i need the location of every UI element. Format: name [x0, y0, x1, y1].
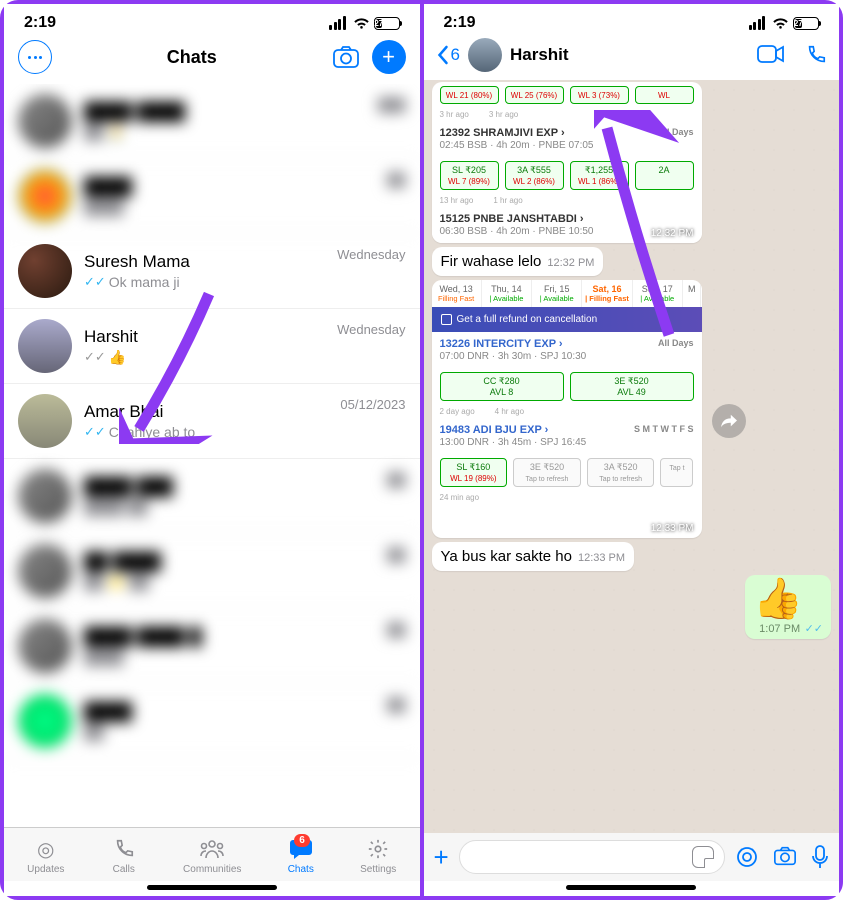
text-message-in[interactable]: Fir wahase lelo12:32 PM [432, 247, 604, 276]
attach-button[interactable]: + [434, 842, 449, 873]
chat-name: Amar Bhai [84, 402, 328, 422]
contact-name[interactable]: Harshit [510, 45, 749, 65]
refund-banner: Get a full refund on cancellation [432, 307, 702, 332]
camera-icon[interactable] [332, 45, 360, 69]
message-time: 1:07 PM [759, 623, 800, 635]
sticker-icon[interactable] [692, 846, 714, 868]
message-input[interactable] [459, 840, 725, 874]
tab-chats[interactable]: Chats6 [288, 836, 314, 875]
chat-preview: ✓✓👍 [84, 349, 325, 366]
back-count: 6 [451, 45, 460, 65]
emoji-message-out[interactable]: 👍 1:07 PM ✓✓ [745, 575, 831, 639]
chat-name: Suresh Mama [84, 252, 325, 272]
chat-date: Wednesday [337, 244, 405, 262]
tab-updates[interactable]: ◎Updates [27, 836, 64, 875]
tab-communities[interactable]: Communities [183, 836, 241, 875]
status-indicators: 27 [329, 16, 400, 30]
chats-screen: 2:19 27 Chats + ████ ██████ 🙏███ ███████… [4, 4, 420, 896]
signal-icon [329, 16, 346, 30]
ar-camera-icon[interactable] [735, 845, 759, 869]
read-checks-icon: ✓✓ [84, 274, 106, 290]
chat-row[interactable]: ████████ [4, 684, 420, 759]
tab-calls[interactable]: Calls [111, 836, 137, 875]
message-time: 12:32 PM [651, 228, 694, 239]
battery-icon: 27 [793, 17, 819, 30]
avatar [18, 394, 72, 448]
communities-icon [199, 836, 225, 862]
gear-icon [365, 836, 391, 862]
sent-checks-icon: ✓✓ [84, 349, 106, 365]
thumbs-up-emoji: 👍 [753, 579, 823, 619]
tab-settings[interactable]: Settings [360, 836, 396, 875]
chat-name: Harshit [84, 327, 325, 347]
back-button[interactable]: 6 [436, 45, 460, 65]
status-bar: 2:19 27 [4, 4, 420, 36]
wifi-icon [772, 17, 789, 30]
image-message[interactable]: WL 21 (80%) WL 25 (76%) WL 3 (73%) WL 3 … [432, 82, 702, 243]
home-indicator[interactable] [566, 885, 696, 890]
message-time: 12:32 PM [547, 257, 594, 269]
status-indicators: 27 [749, 16, 820, 30]
header-title: Chats [52, 47, 332, 68]
chats-header: Chats + [4, 36, 420, 84]
status-time: 2:19 [24, 14, 56, 32]
read-checks-icon: ✓✓ [805, 623, 823, 635]
status-bar: 2:19 27 [424, 4, 840, 36]
mic-icon[interactable] [811, 845, 829, 869]
image-message[interactable]: Wed, 13Filling Fast Thu, 14| Available F… [432, 280, 702, 538]
chat-screen: 2:19 27 6 Harshit WL 21 (80%) WL 25 (76%… [424, 4, 840, 896]
avatar [18, 319, 72, 373]
voice-call-icon[interactable] [805, 44, 827, 66]
chat-row[interactable]: ██ ██████ ⭐ ████ [4, 534, 420, 609]
date-tabs: Wed, 13Filling Fast Thu, 14| Available F… [432, 280, 702, 307]
read-checks-icon: ✓✓ [84, 424, 106, 440]
chat-row-amar[interactable]: Amar Bhai ✓✓Chahiye ab to 05/12/2023 [4, 384, 420, 459]
message-time: 12:33 PM [651, 523, 694, 534]
wifi-icon [353, 17, 370, 30]
home-indicator[interactable] [147, 885, 277, 890]
forward-button[interactable] [712, 404, 746, 438]
chat-row[interactable]: ████ ██████ 🙏███ [4, 84, 420, 159]
more-button[interactable] [18, 40, 52, 74]
text-message-in[interactable]: Ya bus kar sakte ho12:33 PM [432, 542, 635, 571]
chat-preview: ✓✓Ok mama ji [84, 274, 325, 290]
chat-row[interactable]: ██████████ [4, 159, 420, 234]
chat-date: Wednesday [337, 319, 405, 337]
chat-header: 6 Harshit [424, 36, 840, 80]
input-bar: + [424, 833, 840, 881]
chat-row[interactable]: ████ ███████ ████ [4, 459, 420, 534]
contact-avatar[interactable] [468, 38, 502, 72]
chat-body[interactable]: WL 21 (80%) WL 25 (76%) WL 3 (73%) WL 3 … [424, 80, 840, 833]
chevron-left-icon [436, 45, 449, 65]
chat-list[interactable]: ████ ██████ 🙏███ ██████████ Suresh Mama … [4, 84, 420, 827]
tab-bar: ◎Updates Calls Communities Chats6 Settin… [4, 827, 420, 881]
avatar [18, 244, 72, 298]
phone-icon [111, 836, 137, 862]
status-time: 2:19 [444, 14, 476, 32]
video-call-icon[interactable] [757, 44, 785, 64]
chat-row-suresh[interactable]: Suresh Mama ✓✓Ok mama ji Wednesday [4, 234, 420, 309]
message-time: 12:33 PM [578, 552, 625, 564]
unread-badge: 6 [294, 834, 310, 847]
battery-icon: 27 [374, 17, 400, 30]
chat-preview: ✓✓Chahiye ab to [84, 424, 328, 440]
chat-date: 05/12/2023 [340, 394, 405, 412]
signal-icon [749, 16, 766, 30]
chat-row[interactable]: ████ ████ ███████ [4, 609, 420, 684]
updates-icon: ◎ [33, 836, 59, 862]
forward-icon [720, 413, 738, 429]
compose-button[interactable]: + [372, 40, 406, 74]
chat-row-harshit[interactable]: Harshit ✓✓👍 Wednesday [4, 309, 420, 384]
camera-icon[interactable] [773, 845, 797, 867]
